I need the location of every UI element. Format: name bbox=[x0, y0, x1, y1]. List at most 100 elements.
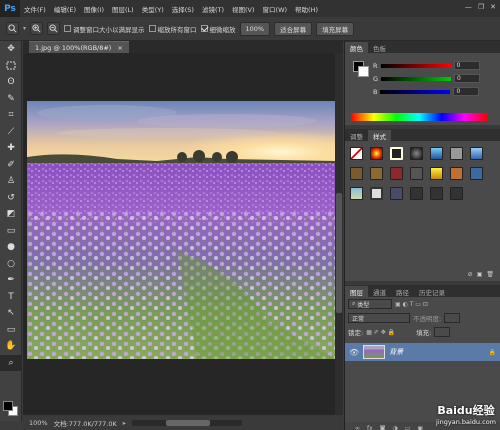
opacity-input[interactable] bbox=[444, 313, 461, 323]
style-slate[interactable] bbox=[410, 167, 423, 180]
menu-type[interactable]: 类型(Y) bbox=[138, 4, 168, 14]
style-gold[interactable] bbox=[430, 167, 443, 180]
panel-background-swatch[interactable] bbox=[358, 66, 369, 77]
filter-icons[interactable]: ▣ ◐ T ▭ ⊡ bbox=[395, 301, 428, 308]
menu-view[interactable]: 视图(V) bbox=[228, 4, 259, 14]
layer-name[interactable]: 背景 bbox=[389, 347, 403, 357]
tab-channels[interactable]: 通道 bbox=[368, 286, 391, 297]
menu-select[interactable]: 选择(S) bbox=[168, 4, 198, 14]
marquee-tool-icon[interactable] bbox=[0, 58, 22, 75]
fit-screen-button[interactable]: 适合屏幕 bbox=[274, 21, 313, 36]
tab-adjustments[interactable]: 调整 bbox=[345, 130, 368, 141]
style-purple[interactable] bbox=[390, 187, 403, 200]
style-empty-3[interactable] bbox=[450, 187, 463, 200]
scrubby-zoom-checkbox[interactable]: 细微缩放 bbox=[200, 24, 236, 34]
style-bronze[interactable] bbox=[370, 167, 383, 180]
style-none[interactable] bbox=[350, 147, 363, 160]
green-slider[interactable] bbox=[381, 76, 452, 81]
blue-value-input[interactable]: 0 bbox=[453, 87, 480, 96]
adjustment-icon[interactable]: ◑ bbox=[393, 425, 398, 430]
fx-icon[interactable]: fx bbox=[367, 425, 373, 430]
lock-icons[interactable]: ▦ ✐ ✥ 🔒 bbox=[366, 329, 395, 336]
menu-edit[interactable]: 编辑(E) bbox=[50, 4, 80, 14]
add-mask-icon[interactable]: ◙ bbox=[380, 425, 386, 430]
brush-tool-icon[interactable]: ✐ bbox=[0, 157, 22, 174]
healing-brush-tool-icon[interactable]: ✚ bbox=[0, 140, 22, 157]
style-empty-1[interactable] bbox=[410, 187, 423, 200]
lavender-field-photo[interactable] bbox=[27, 101, 336, 359]
type-tool-icon[interactable]: T bbox=[0, 289, 22, 306]
history-brush-tool-icon[interactable]: ↺ bbox=[0, 190, 22, 207]
style-gray[interactable] bbox=[450, 147, 463, 160]
hand-tool-icon[interactable]: ✋ bbox=[0, 338, 22, 355]
blue-slider[interactable] bbox=[380, 89, 451, 94]
style-fire[interactable] bbox=[370, 147, 383, 160]
style-blue[interactable] bbox=[430, 147, 443, 160]
new-style-icon[interactable]: ▣ bbox=[477, 271, 483, 281]
style-glow[interactable] bbox=[390, 147, 403, 160]
zoom-tool-active-icon[interactable]: ⌕ bbox=[0, 354, 22, 371]
red-value-input[interactable]: 0 bbox=[453, 61, 480, 70]
move-tool-icon[interactable]: ✥ bbox=[0, 41, 22, 58]
menu-window[interactable]: 窗口(W) bbox=[259, 4, 292, 14]
color-spectrum-ramp[interactable] bbox=[351, 113, 487, 121]
close-document-icon[interactable]: × bbox=[117, 44, 122, 52]
red-slider[interactable] bbox=[380, 63, 451, 68]
tab-history[interactable]: 历史记录 bbox=[414, 286, 450, 297]
zoom-100-button[interactable]: 100% bbox=[239, 21, 271, 36]
vertical-scrollbar[interactable] bbox=[335, 53, 343, 415]
minimize-button[interactable]: — bbox=[465, 3, 472, 11]
zoom-tool-icon[interactable] bbox=[6, 22, 19, 35]
delete-style-icon[interactable]: 🗑 bbox=[486, 271, 494, 281]
tab-paths[interactable]: 路径 bbox=[391, 286, 414, 297]
status-menu-chevron-icon[interactable]: ▸ bbox=[123, 419, 126, 427]
tab-layers[interactable]: 图层 bbox=[345, 286, 368, 297]
tab-color[interactable]: 颜色 bbox=[345, 42, 368, 53]
eyedropper-tool-icon[interactable]: ⟋ bbox=[0, 124, 22, 141]
layer-filter-dropdown[interactable]: ⌕ 类型 bbox=[348, 299, 392, 309]
resize-windows-checkbox[interactable]: 调整窗口大小以满屏显示 bbox=[64, 24, 145, 34]
style-frame[interactable] bbox=[370, 187, 383, 200]
tab-styles[interactable]: 样式 bbox=[368, 130, 391, 141]
style-wood[interactable] bbox=[350, 167, 363, 180]
color-swatches[interactable] bbox=[3, 401, 19, 417]
link-layers-icon[interactable]: ∞ bbox=[355, 425, 360, 430]
gradient-tool-icon[interactable]: ▭ bbox=[0, 223, 22, 240]
fill-screen-button[interactable]: 填充屏幕 bbox=[316, 21, 355, 36]
menu-filter[interactable]: 滤镜(T) bbox=[198, 4, 228, 14]
style-sky[interactable] bbox=[350, 187, 363, 200]
blend-mode-dropdown[interactable]: 正常 bbox=[348, 313, 410, 323]
vertical-scroll-thumb[interactable] bbox=[336, 193, 342, 313]
visibility-eye-icon[interactable]: 👁 bbox=[349, 348, 359, 357]
zoom-all-windows-checkbox[interactable]: 缩放所有窗口 bbox=[148, 24, 197, 34]
zoom-out-icon[interactable] bbox=[47, 22, 61, 35]
style-red[interactable] bbox=[390, 167, 403, 180]
pen-tool-icon[interactable]: ✒ bbox=[0, 272, 22, 289]
crop-tool-icon[interactable]: ⌗ bbox=[0, 107, 22, 124]
eraser-tool-icon[interactable]: ◩ bbox=[0, 206, 22, 223]
style-orange[interactable] bbox=[450, 167, 463, 180]
blur-tool-icon[interactable]: ● bbox=[0, 239, 22, 256]
tool-preset-chevron-icon[interactable]: ▾ bbox=[23, 25, 26, 32]
tab-swatches[interactable]: 色板 bbox=[368, 42, 391, 53]
zoom-in-icon[interactable] bbox=[30, 22, 44, 35]
restore-button[interactable]: ❐ bbox=[478, 3, 484, 11]
menu-help[interactable]: 帮助(H) bbox=[291, 4, 322, 14]
document-tab[interactable]: 1.jpg @ 100%(RGB/8#) × bbox=[29, 41, 129, 53]
new-layer-icon[interactable]: ▣ bbox=[417, 425, 423, 430]
path-select-tool-icon[interactable]: ↖ bbox=[0, 305, 22, 322]
layer-background-row[interactable]: 👁 背景 🔒 bbox=[345, 343, 500, 361]
group-icon[interactable]: ▭ bbox=[405, 425, 411, 430]
style-dark[interactable] bbox=[410, 147, 423, 160]
menu-file[interactable]: 文件(F) bbox=[20, 4, 50, 14]
fill-input[interactable] bbox=[434, 327, 451, 337]
clone-stamp-tool-icon[interactable]: ♙ bbox=[0, 173, 22, 190]
horizontal-scroll-thumb[interactable] bbox=[165, 419, 210, 426]
style-water[interactable] bbox=[470, 167, 483, 180]
zoom-level[interactable]: 100% bbox=[29, 419, 48, 427]
style-empty-2[interactable] bbox=[430, 187, 443, 200]
foreground-color-swatch[interactable] bbox=[3, 401, 13, 411]
close-window-button[interactable]: ✕ bbox=[490, 3, 496, 11]
no-style-icon[interactable]: ⊘ bbox=[468, 271, 473, 281]
lasso-tool-icon[interactable]: ʘ bbox=[0, 74, 22, 91]
